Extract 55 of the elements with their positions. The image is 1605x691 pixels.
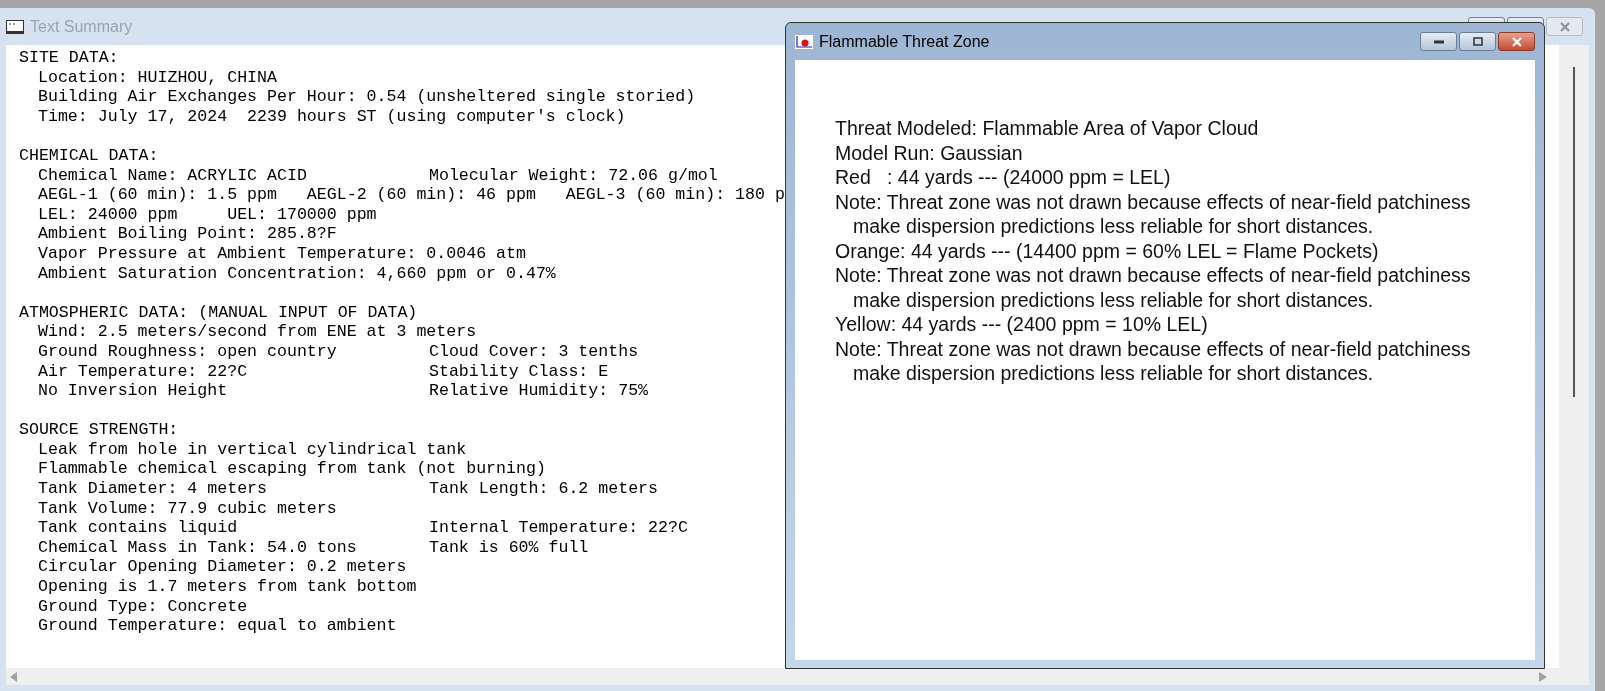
threat-line: Yellow: 44 yards --- (2400 ppm = 10% LEL) — [835, 312, 1208, 337]
threat-line: Threat Modeled: Flammable Area of Vapor Cloud — [835, 116, 1259, 141]
summary-line: Air Temperature: 22?C — [38, 361, 249, 382]
summary-line: Tank is 60% full — [429, 537, 589, 558]
summary-line: Circular Opening Diameter: 0.2 meters — [38, 557, 407, 578]
summary-line: Time: July 17, 2024 2239 hours ST (using computer's clock) — [38, 106, 626, 127]
summary-line: Vapor Pressure at Ambient Temperature: 0.0046 atm — [38, 243, 526, 264]
summary-line: Location: HUIZHOU, CHINA — [38, 67, 277, 88]
summary-line: Ground Type: Concrete — [38, 596, 248, 617]
minimize-button[interactable] — [1420, 32, 1457, 51]
threat-line: Model Run: Gaussian — [835, 140, 1023, 165]
summary-line: Ground Temperature: equal to ambient — [38, 616, 397, 636]
note-text: make dispersion predictions less reliable for short distances. — [852, 287, 1374, 312]
note-text: Note: Threat zone was not drawn because effects of near-field patchiness — [835, 189, 1471, 214]
summary-line: No Inversion Height — [38, 381, 229, 401]
summary-line: Wind: 2.5 meters/second from ENE at 3 meters — [38, 322, 477, 342]
summary-line: Chemical Mass in Tank: 54.0 tons — [38, 537, 358, 558]
summary-line: Cloud Cover: 3 tenths — [429, 341, 639, 362]
note-text: Note: Threat zone was not drawn because effects of near-field patchiness — [835, 263, 1471, 288]
summary-line: LEL: 24000 ppm UEL: 170000 ppm — [38, 204, 377, 225]
summary-line: Ambient Boiling Point: 285.8?F — [38, 224, 337, 244]
summary-line: Tank Volume: 77.9 cubic meters — [38, 498, 337, 519]
restore-icon — [1472, 37, 1483, 46]
summary-line: Tank Length: 6.2 meters — [429, 479, 659, 499]
summary-line: Leak from hole in vertical cylindrical tank — [38, 439, 467, 460]
summary-line: Ambient Saturation Concentration: 4,660 ppm or 0.47% — [38, 263, 556, 284]
summary-line: Tank Diameter: 4 meters — [38, 479, 269, 499]
summary-line: AEGL-1 (60 min): 1.5 ppm AEGL-2 (60 min): 46 ppm AEGL-3 (60 min): 180 p — [38, 185, 785, 205]
summary-line: Relative Humidity: 75% — [429, 381, 649, 401]
threat-line: Orange: 44 yards --- (14400 ppm = 60% LEL = Flame Pockets) — [835, 238, 1379, 263]
summary-line: Building Air Exchanges Per Hour: 0.54 (unsheltered single storied) — [38, 87, 696, 107]
summary-line: Stability Class: E — [429, 361, 609, 382]
close-button[interactable] — [1498, 32, 1535, 51]
maximize-button[interactable] — [1459, 32, 1496, 51]
close-icon — [1510, 36, 1523, 47]
summary-line: Flammable chemical escaping from tank (not burning) — [38, 459, 546, 480]
note-text: make dispersion predictions less reliable for short distances. — [852, 214, 1374, 239]
summary-line: Chemical Name: ACRYLIC ACID — [38, 165, 308, 186]
section-heading: SITE DATA: — [19, 48, 119, 68]
summary-line: Ground Roughness: open country — [38, 341, 338, 362]
threat-line: Red : 44 yards --- (24000 ppm = LEL) — [835, 165, 1171, 190]
window-title: Flammable Threat Zone — [819, 31, 990, 52]
summary-line: Molecular Weight: 72.06 g/mol — [429, 165, 718, 186]
summary-line: Opening is 1.7 meters from tank bottom — [38, 577, 417, 597]
chart-icon — [795, 34, 813, 49]
note-text: Note: Threat zone was not drawn because effects of near-field patchiness — [835, 336, 1471, 361]
section-heading: SOURCE STRENGTH: — [19, 420, 179, 440]
summary-line: Internal Temperature: 22?C — [429, 518, 688, 538]
section-heading: ATMOSPHERIC DATA: (MANUAL INPUT OF DATA) — [19, 302, 418, 323]
section-heading: CHEMICAL DATA: — [19, 145, 159, 166]
summary-line: Tank contains liquid — [38, 518, 239, 538]
note-text: make dispersion predictions less reliable for short distances. — [852, 361, 1374, 386]
close-icon — [1558, 21, 1571, 32]
window-title: Text Summary — [30, 16, 133, 37]
document-icon — [6, 19, 24, 34]
